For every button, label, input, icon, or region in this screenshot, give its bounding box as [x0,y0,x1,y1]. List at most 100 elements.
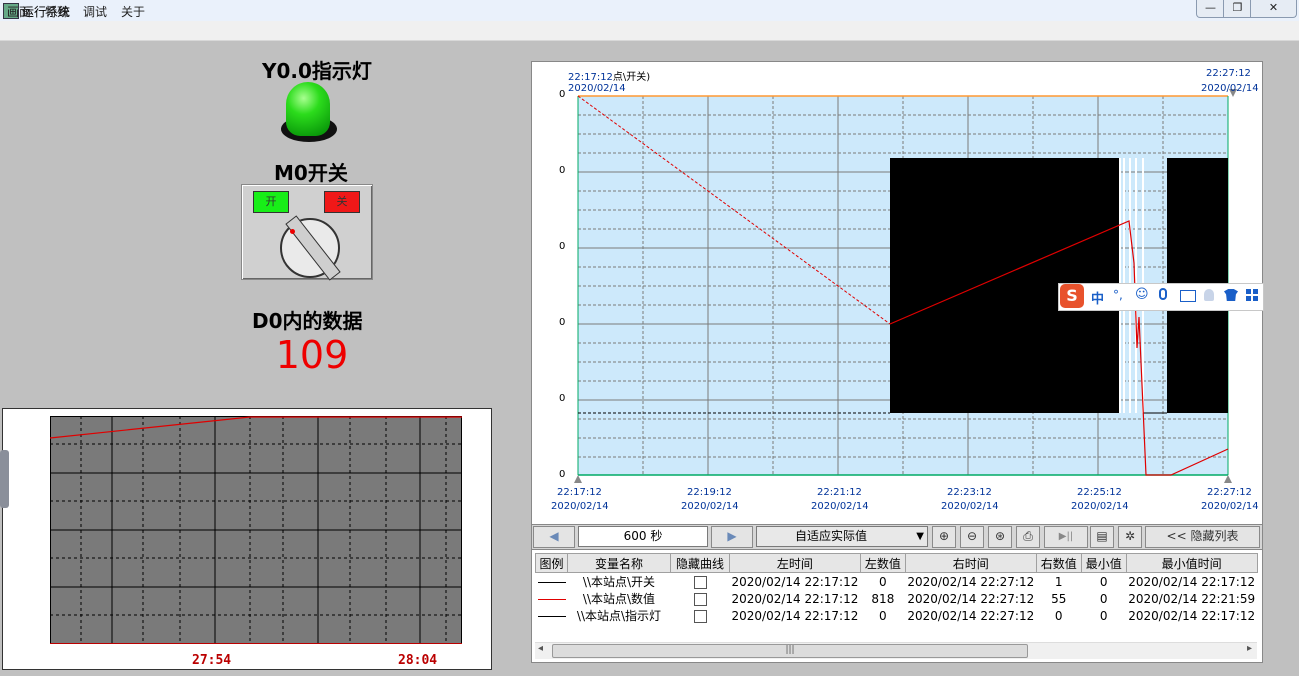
x-tick-date: 2020/02/14 [811,501,869,512]
zoom-in-icon[interactable]: ⊕ [932,526,956,548]
legend-swatch [536,573,568,591]
column-header[interactable]: 左时间 [729,553,861,573]
title-bar [0,0,1299,22]
legend-swatch [536,607,568,624]
y-tick-label: 0 [559,317,566,328]
scroll-left-icon[interactable]: ◂ [538,643,543,654]
close-button[interactable]: ✕ [1250,0,1297,18]
zoom-fit-icon[interactable]: ⊛ [988,526,1012,548]
next-page-button[interactable]: ▶ [711,526,753,548]
play-icon[interactable]: ▶|| [1044,526,1088,548]
column-header[interactable]: 图例 [535,553,568,573]
column-header[interactable]: 右数值 [1035,553,1082,573]
maximize-button[interactable]: ❐ [1223,0,1252,18]
x-tick-time: 22:27:12 [1207,487,1252,498]
left-time: 2020/02/14 22:17:12 [731,574,859,589]
right-time: 2020/02/14 22:27:12 [907,608,1035,623]
variable-name: \\本站点\数值 [582,592,656,606]
right-value: 0 [1054,608,1063,623]
mini-trend-time-left: 27:54 [192,653,232,668]
left-time: 2020/02/14 22:17:12 [731,608,859,623]
mini-trend-plot [49,416,462,644]
menu-item-special[interactable]: 特殊 [45,3,69,20]
legend-table: 图例 变量名称 隐藏曲线 左时间 左数值 右时间 右数值 最小值 最小值时间 \… [535,553,1258,624]
hide-curve-checkbox[interactable] [671,607,730,624]
mini-trend-time-right: 28:04 [398,653,438,668]
trend-top-right-time: 22:27:12 [1206,68,1251,79]
column-header[interactable]: 右时间 [904,553,1037,573]
column-header[interactable]: 最小值 [1080,553,1127,573]
y-tick-label: 0 [559,165,566,176]
min-time: 2020/02/14 22:17:12 [1128,608,1256,623]
fit-mode-select[interactable]: 自适应实际值 ▼ [756,526,928,547]
period-input[interactable]: 600 秒 [578,526,708,547]
table-row[interactable]: \\本站点\指示灯 2020/02/14 22:17:12 0 2020/02/… [536,607,1258,624]
scroll-right-icon[interactable]: ▸ [1247,643,1252,654]
menu-item-screen[interactable]: 画面 [7,3,31,20]
hide-list-button[interactable]: << 隐藏列表 [1145,526,1260,548]
indicator-lamp [286,82,330,136]
min-time: 2020/02/14 22:17:12 [1128,574,1256,589]
y-tick-label: 0 [559,393,566,404]
settings-icon[interactable]: ✲ [1118,526,1142,548]
x-tick-time: 22:23:12 [947,487,992,498]
trend-top-left-date: 2020/02/14 [568,83,626,94]
indicator-title: Y0.0指示灯 [262,59,372,83]
trend-top-right-date: 2020/02/14 [1201,83,1259,94]
switch-off-button[interactable]: 关 [324,191,360,213]
x-tick-date: 2020/02/14 [551,501,609,512]
x-tick-date: 2020/02/14 [1201,501,1259,512]
column-header[interactable]: 变量名称 [567,553,671,573]
export-icon[interactable]: ▤ [1090,526,1114,548]
ime-voice-icon[interactable] [1159,288,1167,300]
mini-trend-scroll-handle[interactable] [0,450,9,508]
ime-emoji-icon[interactable]: ☺ [1135,287,1149,302]
d0-value: 109 [275,333,349,377]
menu-item-debug[interactable]: 调试 [83,3,107,20]
x-tick-time: 22:21:12 [817,487,862,498]
y-tick-label: 0 [559,241,566,252]
menu-item-about[interactable]: 关于 [121,3,145,20]
column-header[interactable]: 最小值时间 [1125,553,1258,573]
ime-punct-toggle[interactable]: °, [1113,288,1123,302]
switch-title: M0开关 [274,161,348,185]
hide-curve-checkbox[interactable] [671,590,730,607]
x-tick-time: 22:19:12 [687,487,732,498]
column-header[interactable]: 左数值 [859,553,906,573]
variable-name: \\本站点\开关 [582,575,656,589]
table-row[interactable]: \\本站点\数值 2020/02/14 22:17:12 818 2020/02… [536,590,1258,607]
prev-page-button[interactable]: ◀ [533,526,575,548]
left-value: 818 [871,591,895,606]
scrollbar-thumb[interactable]: ||| [552,644,1028,658]
right-time: 2020/02/14 22:27:12 [907,591,1035,606]
knob-indicator-dot [290,229,295,234]
ime-grid-icon[interactable] [1246,289,1258,301]
hide-curve-checkbox[interactable] [671,573,730,591]
ime-keyboard-icon[interactable] [1180,290,1196,302]
ime-mode-toggle[interactable]: 中 [1091,288,1104,307]
y-tick-label: 0 [559,469,566,480]
variable-name: \\本站点\指示灯 [576,609,662,623]
x-tick-date: 2020/02/14 [681,501,739,512]
x-tick-date: 2020/02/14 [941,501,999,512]
column-header[interactable]: 隐藏曲线 [670,553,730,573]
x-tick-time: 22:17:12 [557,487,602,498]
ime-logo-icon[interactable]: S [1060,284,1084,308]
print-icon[interactable]: ⎙ [1016,526,1040,548]
chevron-down-icon: ▼ [916,531,924,542]
x-tick-time: 22:25:12 [1077,487,1122,498]
min-value: 0 [1099,591,1108,606]
min-time: 2020/02/14 22:21:59 [1128,591,1256,606]
x-tick-date: 2020/02/14 [1071,501,1129,512]
zoom-out-icon[interactable]: ⊖ [960,526,984,548]
right-value: 1 [1054,574,1063,589]
mini-trend-svg [49,416,462,644]
left-time: 2020/02/14 22:17:12 [731,591,859,606]
legend-swatch [536,590,568,607]
minimize-button[interactable]: — [1196,0,1225,18]
table-row[interactable]: \\本站点\开关 2020/02/14 22:17:12 0 2020/02/1… [536,573,1258,591]
right-time: 2020/02/14 22:27:12 [907,574,1035,589]
y-tick-label: 0 [559,89,566,100]
ime-user-icon[interactable] [1204,289,1214,301]
switch-on-button[interactable]: 开 [253,191,289,213]
